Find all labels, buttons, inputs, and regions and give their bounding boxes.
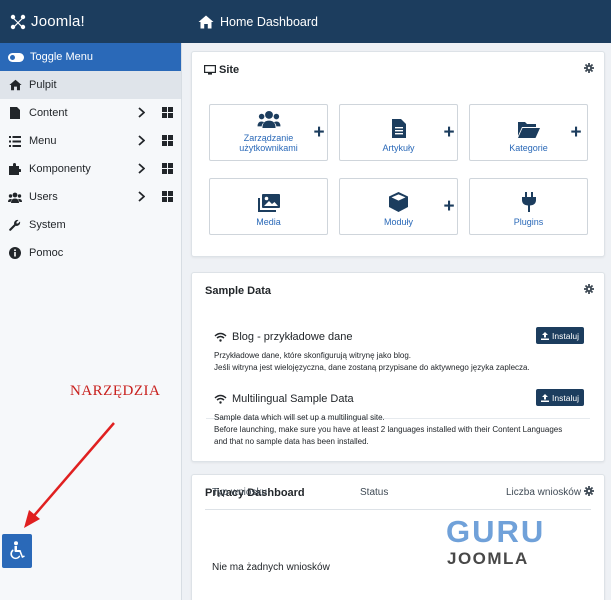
- page-title-text: Home Dashboard: [220, 14, 318, 29]
- install-label: Instaluj: [552, 392, 579, 403]
- sidebar-item-pomoc[interactable]: Pomoc: [0, 239, 181, 267]
- chevron-right-icon[interactable]: [138, 135, 145, 146]
- main-content: Site Zarządzanie użytkownikami + Artykuł…: [183, 43, 611, 600]
- tile-label: Zarządzanie użytkownikami: [239, 133, 298, 153]
- card-title: Sample Data: [205, 285, 272, 297]
- sidebar-item-label: Pulpit: [29, 79, 57, 91]
- sidebar-item-label: Content: [29, 107, 68, 119]
- wifi-icon: [214, 394, 227, 404]
- puzzle-icon: [8, 162, 22, 176]
- file-icon: [8, 106, 22, 120]
- wrench-icon: [8, 218, 22, 232]
- sample-data-desc: Sample data which will set up a multilin…: [214, 413, 385, 422]
- chevron-right-icon[interactable]: [138, 163, 145, 174]
- sample-data-blog: Blog - przykładowe dane Przykładowe dane…: [214, 327, 584, 374]
- sample-data-desc: Przykładowe dane, które skonfigurują wit…: [214, 351, 411, 360]
- accessibility-button[interactable]: [2, 534, 32, 568]
- brand-name: Joomla!: [31, 13, 85, 30]
- tile-label: Media: [256, 217, 281, 227]
- sidebar-item-label: Komponenty: [29, 163, 91, 175]
- users-icon: [257, 110, 280, 128]
- sidebar-item-system[interactable]: System: [0, 211, 181, 239]
- add-user-button[interactable]: +: [308, 104, 330, 161]
- sidebar-item-komponenty[interactable]: Komponenty: [0, 155, 181, 183]
- media-tile[interactable]: Media: [209, 178, 328, 235]
- joomla-logo-icon: [10, 14, 26, 29]
- dashboard-grid-icon[interactable]: [162, 191, 173, 202]
- column-header: Status: [360, 487, 389, 498]
- plugins-tile[interactable]: Plugins: [469, 178, 588, 235]
- sidebar-item-label: Menu: [29, 135, 57, 147]
- tile-label: Plugins: [513, 217, 544, 227]
- watermark-joomla: JOOMLA: [447, 549, 529, 568]
- column-header: Liczba wniosków: [506, 487, 582, 498]
- gear-icon[interactable]: [584, 486, 594, 496]
- annotation-label: NARZĘDZIA: [70, 383, 161, 399]
- joomla-logo[interactable]: Joomla!: [0, 0, 182, 43]
- table-divider: [205, 509, 591, 510]
- dashboard-grid-icon[interactable]: [162, 163, 173, 174]
- card-title: Site: [219, 64, 240, 76]
- upload-icon: [541, 393, 550, 402]
- tile-label: Artykuły: [382, 143, 415, 153]
- list-icon: [8, 134, 22, 148]
- sample-data-desc: Jeśli witryna jest wielojęzyczna, dane z…: [214, 363, 530, 372]
- dashboard-grid-icon[interactable]: [162, 107, 173, 118]
- accessibility-icon: [10, 541, 25, 560]
- folder-open-icon: [517, 122, 540, 138]
- sidebar-item-pulpit[interactable]: Pulpit: [0, 71, 181, 99]
- chevron-right-icon[interactable]: [138, 107, 145, 118]
- empty-message: Nie ma żadnych wniosków: [212, 562, 330, 573]
- home-icon: [8, 78, 22, 92]
- sample-data-title: Multilingual Sample Data: [232, 393, 354, 405]
- toggle-menu-button[interactable]: Toggle Menu: [0, 43, 181, 71]
- users-icon: [8, 190, 22, 204]
- page-title: Home Dashboard: [182, 15, 318, 29]
- sample-data-card: Sample Data Blog - przykładowe dane Przy…: [191, 272, 605, 462]
- desktop-icon: [204, 65, 216, 75]
- sidebar-item-content[interactable]: Content: [0, 99, 181, 127]
- wifi-icon: [214, 332, 227, 342]
- add-article-button[interactable]: +: [438, 104, 460, 161]
- top-header: Joomla! Home Dashboard: [0, 0, 611, 43]
- add-category-button[interactable]: +: [565, 104, 587, 161]
- gear-icon[interactable]: [584, 284, 594, 294]
- chevron-right-icon[interactable]: [138, 191, 145, 202]
- sample-data-desc: and that no sample data has been install…: [214, 437, 369, 446]
- cube-icon: [389, 192, 408, 212]
- tile-label: Moduły: [383, 217, 413, 227]
- sidebar-item-menu[interactable]: Menu: [0, 127, 181, 155]
- tile-label: Kategorie: [509, 143, 548, 153]
- images-icon: [257, 194, 280, 212]
- install-blog-button[interactable]: Instaluj: [536, 327, 584, 344]
- file-text-icon: [391, 119, 406, 138]
- sample-data-desc: Before launching, make sure you have at …: [214, 425, 563, 434]
- sidebar-item-users[interactable]: Users: [0, 183, 181, 211]
- sample-data-multilingual: Multilingual Sample Data Sample data whi…: [214, 389, 584, 448]
- home-icon: [198, 15, 214, 28]
- plug-icon: [521, 192, 536, 212]
- sidebar: Toggle Menu Pulpit Content Menu Komponen…: [0, 43, 182, 600]
- watermark-guru: GURU: [446, 514, 546, 549]
- sample-data-title: Blog - przykładowe dane: [232, 331, 353, 343]
- add-module-button[interactable]: +: [438, 178, 460, 235]
- sidebar-item-label: System: [29, 219, 66, 231]
- sidebar-item-label: Pomoc: [29, 247, 64, 259]
- sidebar-item-label: Users: [29, 191, 58, 203]
- install-label: Instaluj: [552, 330, 579, 341]
- dashboard-grid-icon[interactable]: [162, 135, 173, 146]
- toggle-icon: [8, 52, 24, 62]
- upload-icon: [541, 331, 550, 340]
- column-header: Typ wniosku: [212, 487, 268, 498]
- install-multilingual-button[interactable]: Instaluj: [536, 389, 584, 406]
- gear-icon[interactable]: [584, 63, 594, 73]
- info-icon: [8, 246, 22, 260]
- toggle-menu-label: Toggle Menu: [30, 51, 93, 63]
- site-card: Site Zarządzanie użytkownikami + Artykuł…: [191, 51, 605, 257]
